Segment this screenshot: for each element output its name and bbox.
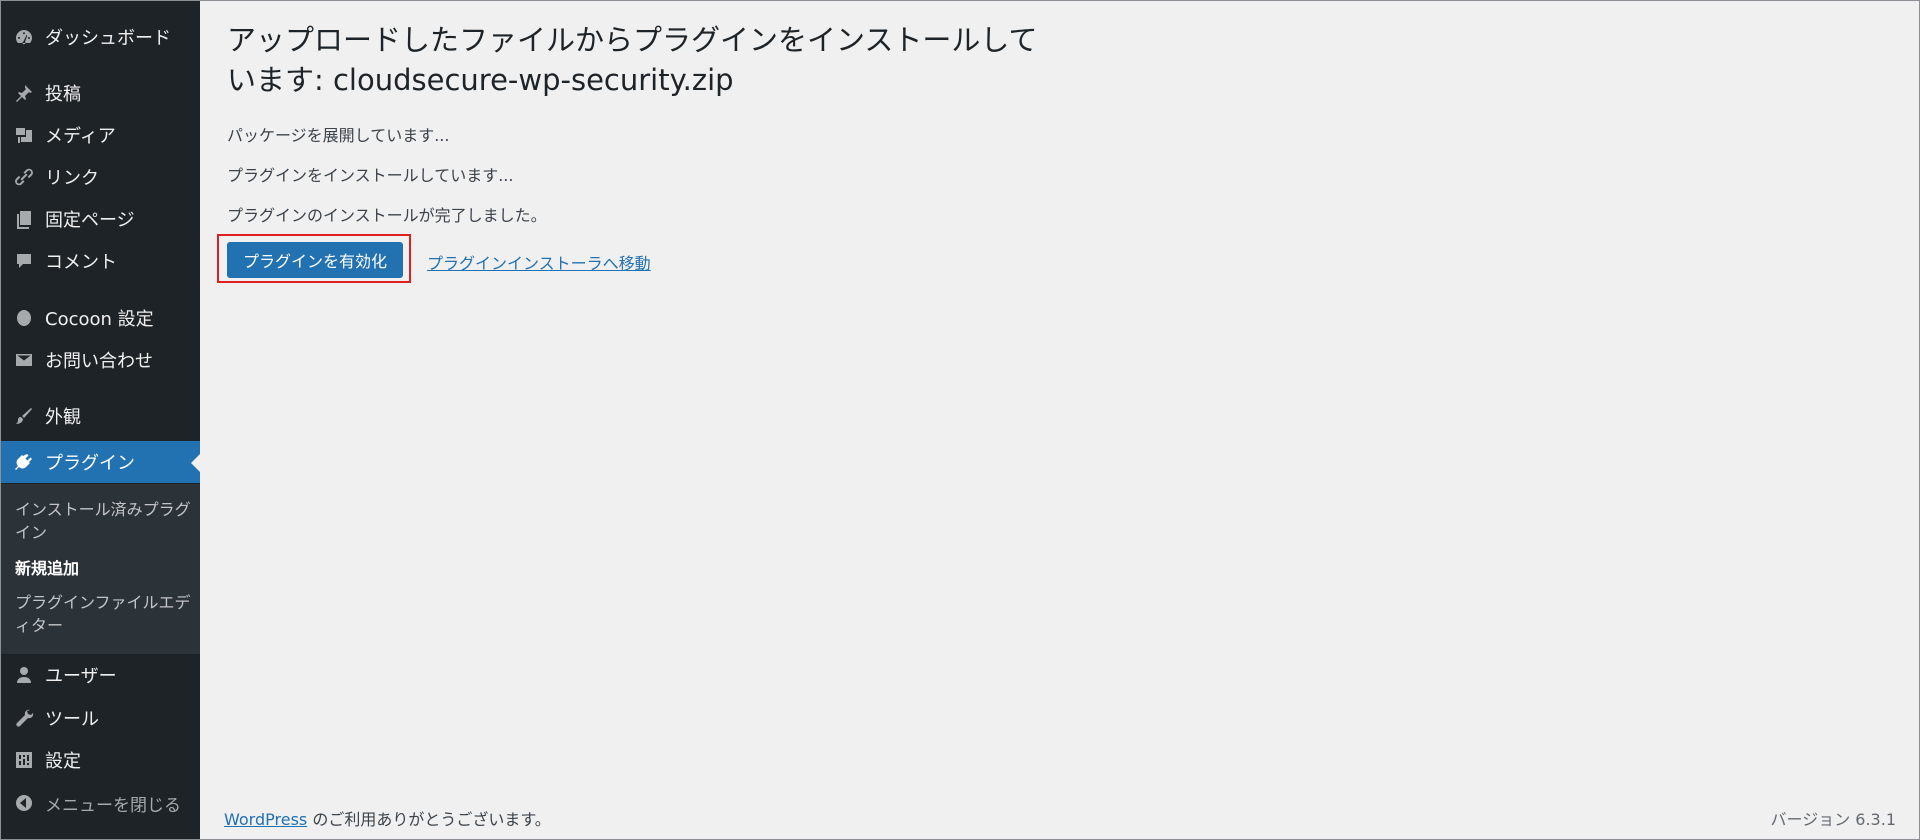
settings-icon (13, 749, 35, 771)
menu-comments-label: コメント (45, 252, 117, 273)
status-message-complete: プラグインのインストールが完了しました。 (227, 206, 547, 225)
menu-media[interactable]: メディア (1, 114, 200, 156)
submenu-installed-plugins[interactable]: インストール済みプラグイン (15, 498, 195, 544)
menu-posts[interactable]: 投稿 (1, 72, 200, 114)
menu-contact[interactable]: お問い合わせ (1, 339, 200, 381)
wordpress-link[interactable]: WordPress (224, 810, 307, 829)
menu-comments[interactable]: コメント (1, 240, 200, 282)
plugins-submenu: インストール済みプラグイン 新規追加 プラグインファイルエディター (1, 484, 200, 654)
menu-settings-label: 設定 (45, 751, 81, 772)
status-message-unpacking: パッケージを展開しています... (227, 126, 450, 145)
menu-tools-label: ツール (45, 709, 99, 730)
mail-icon (13, 349, 35, 371)
current-menu-arrow (191, 454, 200, 472)
footer-thanks-text: のご利用ありがとうございます。 (307, 810, 551, 829)
menu-tools[interactable]: ツール (1, 697, 200, 739)
menu-appearance[interactable]: 外観 (1, 395, 200, 437)
footer-version: バージョン 6.3.1 (1770, 810, 1896, 829)
menu-users[interactable]: ユーザー (1, 654, 200, 696)
brush-icon (13, 405, 35, 427)
menu-posts-label: 投稿 (45, 84, 81, 105)
page-title: アップロードしたファイルからプラグインをインストールしています: cloudse… (227, 23, 1038, 97)
menu-links-label: リンク (45, 168, 99, 189)
menu-settings[interactable]: 設定 (1, 739, 200, 781)
pages-icon (13, 208, 35, 230)
comment-icon (13, 250, 35, 272)
menu-cocoon-label: Cocoon 設定 (45, 309, 154, 330)
footer-credit: WordPress のご利用ありがとうございます。 (224, 806, 551, 830)
link-icon (13, 166, 35, 188)
dashboard-icon (13, 26, 35, 48)
wrench-icon (13, 707, 35, 729)
menu-pages[interactable]: 固定ページ (1, 198, 200, 240)
menu-dashboard[interactable]: ダッシュボード (1, 16, 200, 58)
menu-links[interactable]: リンク (1, 156, 200, 198)
activate-plugin-button[interactable]: プラグインを有効化 (227, 242, 404, 278)
plugin-installer-link[interactable]: プラグインインストーラへ移動 (427, 250, 651, 274)
status-message-installing: プラグインをインストールしています... (227, 166, 514, 185)
media-icon (13, 124, 35, 146)
menu-users-label: ユーザー (45, 666, 117, 687)
menu-contact-label: お問い合わせ (45, 351, 153, 372)
menu-pages-label: 固定ページ (45, 210, 135, 231)
submenu-plugin-file-editor[interactable]: プラグインファイルエディター (15, 591, 195, 637)
menu-collapse[interactable]: メニューを閉じる (1, 782, 200, 824)
collapse-icon (13, 792, 35, 814)
cocoon-icon (13, 307, 35, 329)
menu-plugins-label: プラグイン (45, 453, 135, 474)
menu-plugins[interactable]: プラグイン (1, 441, 200, 483)
submenu-add-new[interactable]: 新規追加 (15, 557, 195, 580)
pin-icon (13, 82, 35, 104)
menu-media-label: メディア (45, 126, 116, 147)
menu-collapse-label: メニューを閉じる (45, 795, 181, 816)
plugin-icon (13, 451, 35, 473)
menu-dashboard-label: ダッシュボード (45, 28, 171, 49)
user-icon (13, 664, 35, 686)
menu-cocoon[interactable]: Cocoon 設定 (1, 297, 200, 339)
menu-appearance-label: 外観 (45, 407, 81, 428)
admin-sidebar: ダッシュボード 投稿 メディア リンク 固定ページ コメント Cocoon 設定… (1, 1, 200, 839)
